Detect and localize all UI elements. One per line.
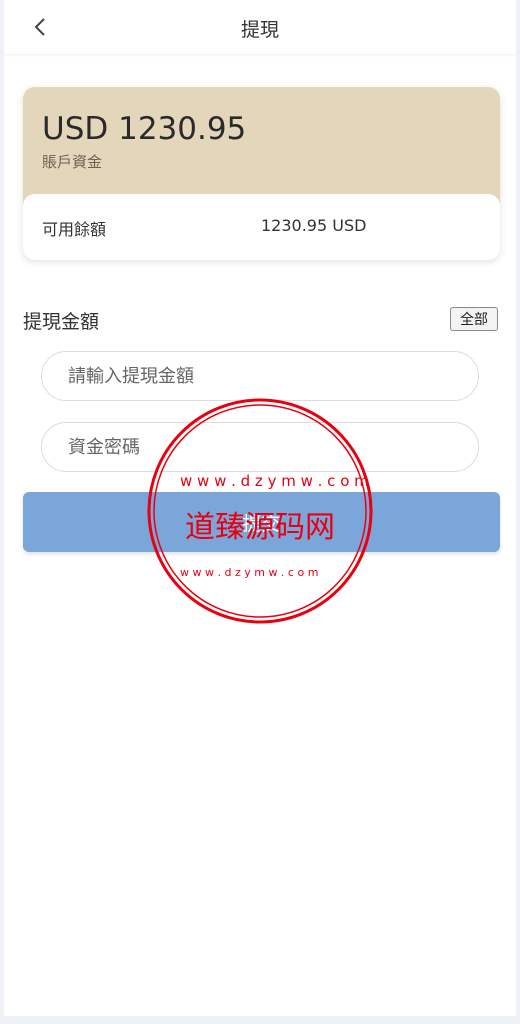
submit-button[interactable]: 提交 <box>23 492 500 552</box>
balance-amount-label: 賬戶資金 <box>42 153 103 171</box>
withdraw-page: 提現 USD 1230.95 賬戶資金 可用餘額 1230.95 USD 提現金… <box>4 0 516 1016</box>
withdraw-all-button[interactable]: 全部 <box>450 307 498 331</box>
top-bar: 提現 <box>4 0 516 54</box>
stamp-url-bottom: w w w . d z y m w . c o m <box>180 566 318 579</box>
fund-password-input[interactable] <box>41 422 479 472</box>
available-balance-row: 可用餘額 1230.95 USD <box>23 194 500 260</box>
balance-card: USD 1230.95 賬戶資金 可用餘額 1230.95 USD <box>23 87 500 260</box>
page-title: 提現 <box>240 19 279 41</box>
available-balance-value: 1230.95 USD <box>261 216 367 235</box>
stamp-url-top: w w w . d z y m w . c o m <box>180 472 369 490</box>
available-balance-label: 可用餘額 <box>42 220 107 239</box>
withdraw-amount-title: 提現金額 <box>23 311 100 333</box>
balance-amount: USD 1230.95 <box>42 111 247 147</box>
withdraw-amount-input[interactable] <box>41 351 479 401</box>
